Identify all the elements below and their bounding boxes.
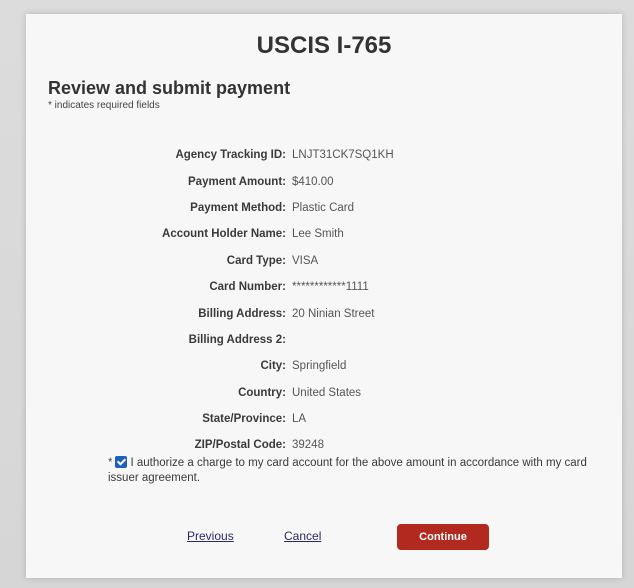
page-title: USCIS I-765 [256,32,392,59]
authorize-charge-checkbox[interactable] [115,456,128,468]
detail-label: Billing Address 2: [188,333,286,346]
detail-row-billing-address: Billing Address: 20 Ninian Street [26,300,622,326]
detail-value: 20 Ninian Street [292,307,375,320]
detail-row-payment-method: Payment Method: Plastic Card [26,195,622,221]
detail-value: 39248 [292,439,324,452]
required-fields-note: * indicates required fields [48,100,160,111]
form-actions: Previous Cancel Continue [26,524,622,554]
detail-row-state-province: State/Province: LA [26,406,622,432]
detail-row-billing-address-2: Billing Address 2: [26,327,622,353]
detail-value: Lee Smith [292,228,344,241]
detail-value: Plastic Card [292,201,354,214]
detail-value: $410.00 [292,175,334,188]
detail-row-agency-tracking-id: Agency Tracking ID: LNJT31CK7SQ1KH [26,142,622,168]
detail-label: State/Province: [202,413,286,426]
detail-value: LA [292,413,307,426]
detail-label: Country: [238,386,286,399]
payment-details: Agency Tracking ID: LNJT31CK7SQ1KH Payme… [26,142,622,459]
required-marker: * [108,457,113,469]
detail-label: Payment Amount: [188,175,286,188]
authorization-text: I authorize a charge to my card account … [108,457,587,484]
screen-background: USCIS I-765 Review and submit payment * … [0,0,634,588]
detail-label: Card Type: [226,254,286,267]
detail-row-country: Country: United States [26,380,622,406]
detail-label: Billing Address: [198,307,286,320]
previous-link[interactable]: Previous [187,529,234,543]
detail-row-card-type: Card Type: VISA [26,248,622,274]
detail-row-payment-amount: Payment Amount: $410.00 [26,168,622,194]
detail-label: Card Number: [209,281,286,294]
payment-review-card: USCIS I-765 Review and submit payment * … [26,14,622,578]
detail-value: VISA [292,254,319,267]
detail-value: Springfield [292,360,347,373]
detail-label: Agency Tracking ID: [175,149,286,162]
detail-label: Payment Method: [190,201,286,214]
detail-label: ZIP/Postal Code: [194,439,286,452]
authorization-consent: * I authorize a charge to my card account… [108,456,608,486]
detail-row-card-number: Card Number: ************1111 [26,274,622,300]
section-title: Review and submit payment [48,78,291,98]
continue-button[interactable]: Continue [397,524,489,550]
detail-value: United States [292,386,362,399]
detail-row-zip-postal-code: ZIP/Postal Code: 39248 [26,432,622,458]
detail-row-account-holder-name: Account Holder Name: Lee Smith [26,221,622,247]
detail-value: LNJT31CK7SQ1KH [292,149,394,162]
detail-value: ************1111 [292,281,369,294]
detail-label: City: [260,360,286,373]
cancel-link[interactable]: Cancel [284,529,321,543]
detail-row-city: City: Springfield [26,353,622,379]
detail-label: Account Holder Name: [162,228,286,241]
